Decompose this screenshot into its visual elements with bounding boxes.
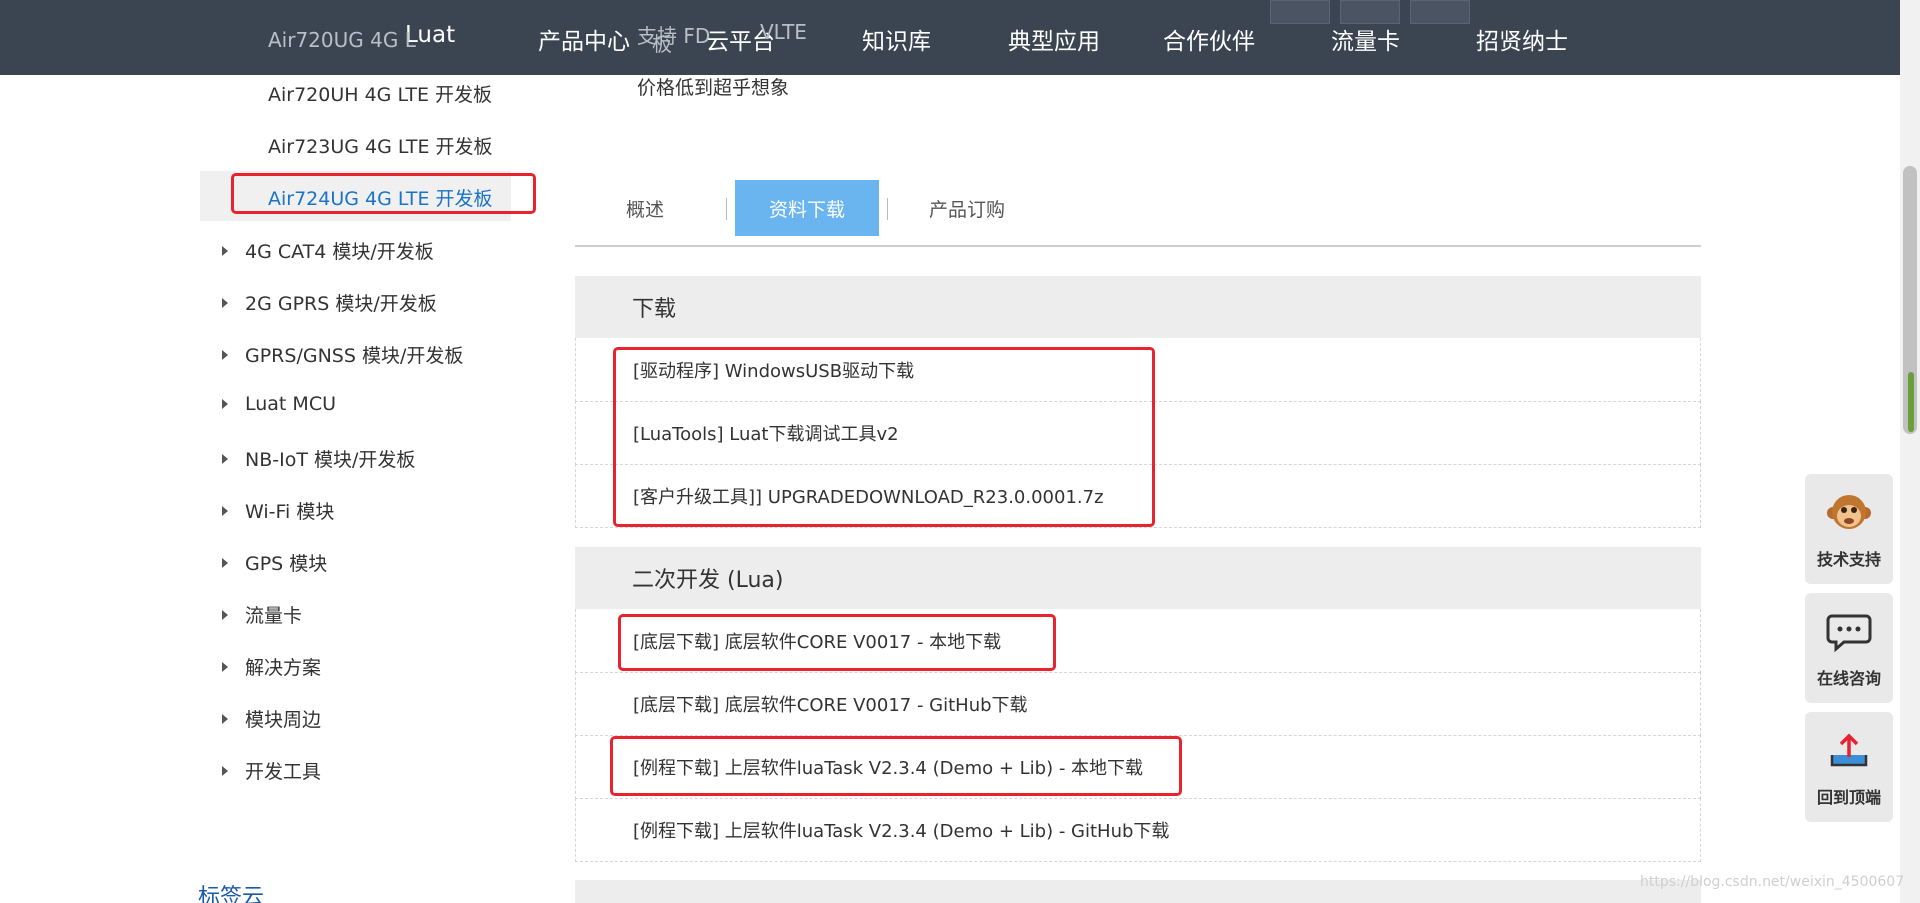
tab-bar: 概述 资料下载 产品订购: [575, 180, 1701, 247]
sidebar-sub-item[interactable]: Air723UG 4G LTE 开发板: [268, 132, 493, 159]
page-scrollbar[interactable]: [1900, 0, 1920, 903]
tab-divider: [887, 198, 888, 220]
ghost-thumbnail: [1270, 0, 1330, 24]
caret-right-icon: [222, 399, 228, 409]
sidebar-category[interactable]: Wi-Fi 模块: [222, 497, 334, 524]
ghost-thumbnail: [1340, 0, 1400, 24]
download-row: [LuaTools] Luat下载调试工具v2: [575, 401, 1701, 465]
caret-right-icon: [222, 557, 228, 568]
sidebar-sub-item[interactable]: Air720UH 4G LTE 开发板: [268, 80, 492, 107]
upload-tray-icon: [1825, 726, 1873, 774]
tab-divider: [726, 198, 727, 220]
product-feature-text: 价格低到超乎想象: [637, 77, 790, 99]
nav-item-partners[interactable]: 合作伙伴: [1163, 22, 1255, 56]
download-link[interactable]: [例程下载] 上层软件luaTask V2.3.4 (Demo + Lib) -…: [633, 817, 1169, 843]
sidebar-category[interactable]: GPS 模块: [222, 549, 327, 576]
download-link[interactable]: [LuaTools] Luat下载调试工具v2: [633, 420, 899, 446]
monkey-icon: [1825, 488, 1873, 536]
sidebar-category[interactable]: 解决方案: [222, 653, 321, 680]
download-row: [底层下载] 底层软件CORE V0017 - 本地下载: [575, 609, 1701, 673]
nav-item-knowledge[interactable]: 知识库: [862, 22, 931, 56]
caret-right-icon: [222, 661, 228, 672]
download-link[interactable]: [底层下载] 底层软件CORE V0017 - GitHub下载: [633, 691, 1028, 717]
caret-right-icon: [222, 609, 228, 620]
float-button-label: 在线咨询: [1816, 669, 1881, 688]
caret-right-icon: [222, 713, 228, 724]
tab-order[interactable]: 产品订购: [897, 180, 1037, 236]
nav-item-products[interactable]: 产品中心: [538, 22, 630, 56]
download-row: [驱动程序] WindowsUSB驱动下载: [575, 338, 1701, 402]
download-link[interactable]: [例程下载] 上层软件luaTask V2.3.4 (Demo + Lib) -…: [633, 754, 1143, 780]
sidebar-category[interactable]: NB-IoT 模块/开发板: [222, 445, 415, 472]
nav-item-applications[interactable]: 典型应用: [1008, 22, 1100, 56]
nav-item-cloud[interactable]: 云平台: [706, 22, 775, 56]
watermark-text: https://blog.csdn.net/weixin_4500607: [1640, 874, 1905, 890]
sidebar-category[interactable]: 模块周边: [222, 705, 321, 732]
float-button-label: 回到顶端: [1816, 788, 1881, 807]
section-header-lua-dev: 二次开发 (Lua): [575, 547, 1701, 609]
caret-right-icon: [222, 297, 228, 308]
sidebar-category[interactable]: 4G CAT4 模块/开发板: [222, 237, 434, 264]
download-link[interactable]: [驱动程序] WindowsUSB驱动下载: [633, 357, 914, 383]
ghost-thumbnail: [1410, 0, 1470, 24]
download-link[interactable]: [客户升级工具]] UPGRADEDOWNLOAD_R23.0.0001.7z: [633, 483, 1104, 509]
sidebar-sub-item-active[interactable]: Air724UG 4G LTE 开发板: [268, 184, 493, 211]
float-tech-support-button[interactable]: 技术支持: [1805, 474, 1893, 584]
download-row: [例程下载] 上层软件luaTask V2.3.4 (Demo + Lib) -…: [575, 735, 1701, 799]
download-row: [客户升级工具]] UPGRADEDOWNLOAD_R23.0.0001.7z: [575, 464, 1701, 528]
caret-right-icon: [222, 505, 228, 516]
next-section-header: [575, 880, 1701, 903]
sidebar-category[interactable]: 开发工具: [222, 757, 321, 784]
sidebar-category[interactable]: 2G GPRS 模块/开发板: [222, 289, 437, 316]
tag-cloud-heading[interactable]: 标签云: [198, 879, 264, 903]
top-nav: Luat 产品中心 云平台 知识库 典型应用 合作伙伴 流量卡 招贤纳士: [0, 0, 1900, 75]
scrollbar-marker: [1908, 372, 1914, 432]
download-link[interactable]: [底层下载] 底层软件CORE V0017 - 本地下载: [633, 628, 1001, 654]
nav-item-careers[interactable]: 招贤纳士: [1476, 22, 1568, 56]
logo-text[interactable]: Luat: [405, 22, 455, 48]
tab-downloads[interactable]: 资料下载: [735, 180, 879, 236]
sidebar-category[interactable]: GPRS/GNSS 模块/开发板: [222, 341, 463, 368]
caret-right-icon: [222, 349, 228, 360]
download-row: [底层下载] 底层软件CORE V0017 - GitHub下载: [575, 672, 1701, 736]
caret-right-icon: [222, 245, 228, 256]
float-online-chat-button[interactable]: 在线咨询: [1805, 593, 1893, 703]
nav-item-sim-card[interactable]: 流量卡: [1331, 22, 1400, 56]
sidebar-category[interactable]: Luat MCU: [222, 393, 336, 415]
tab-overview[interactable]: 概述: [575, 180, 715, 236]
caret-right-icon: [222, 765, 228, 776]
download-row: [例程下载] 上层软件luaTask V2.3.4 (Demo + Lib) -…: [575, 798, 1701, 862]
chat-bubble-icon: [1825, 607, 1873, 655]
float-back-to-top-button[interactable]: 回到顶端: [1805, 712, 1893, 822]
caret-right-icon: [222, 453, 228, 464]
sidebar-category[interactable]: 流量卡: [222, 601, 302, 628]
section-header-download: 下载: [575, 276, 1701, 338]
float-button-label: 技术支持: [1816, 550, 1881, 569]
